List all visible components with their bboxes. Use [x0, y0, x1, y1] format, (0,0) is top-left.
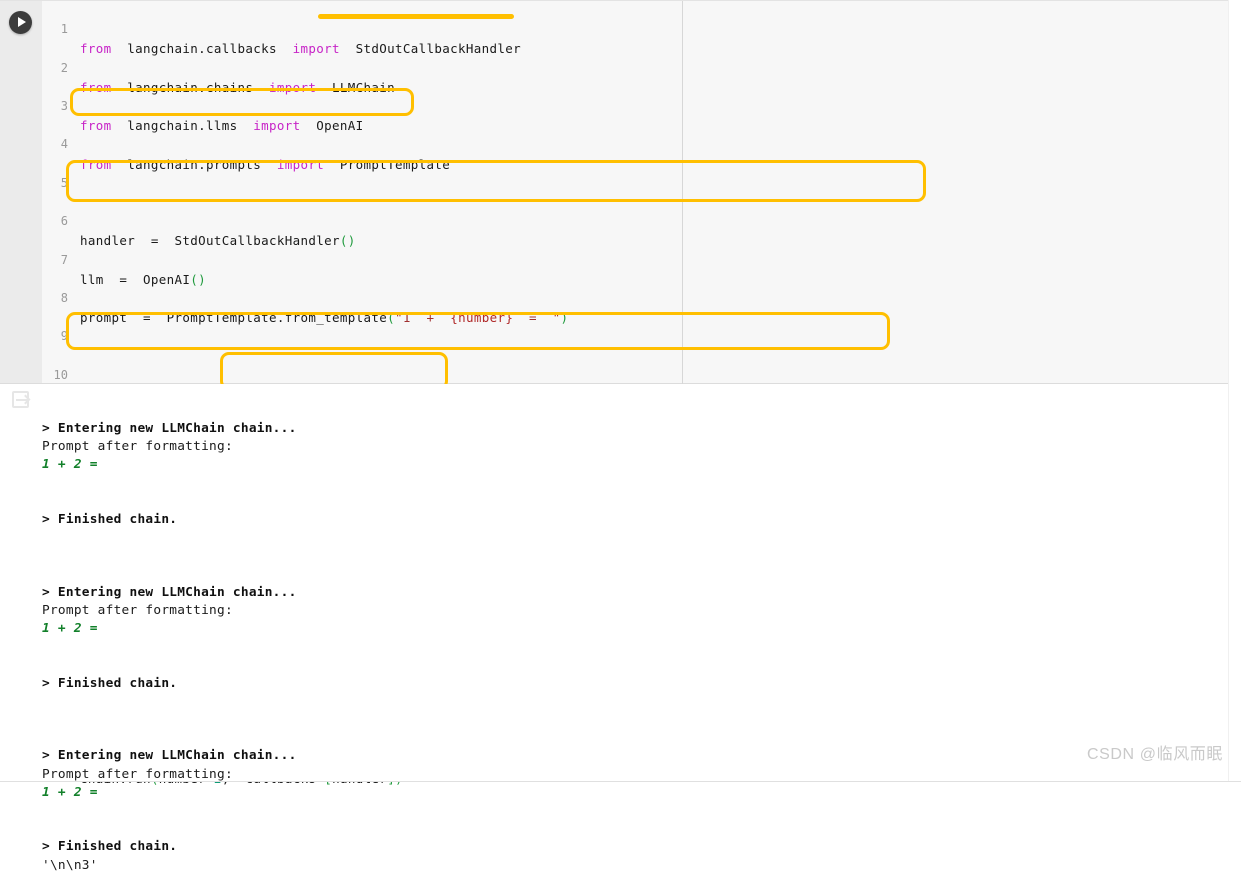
- output-line: 1 + 2 =: [42, 621, 98, 637]
- code-line[interactable]: 3 from langchain.llms import OpenAI: [42, 78, 1241, 133]
- line-number: 10: [53, 367, 68, 382]
- output-line-blank: [42, 566, 942, 584]
- code-line[interactable]: 1 from langchain.callbacks import StdOut…: [42, 1, 1241, 56]
- play-icon[interactable]: [9, 11, 32, 34]
- line-number: 3: [60, 98, 68, 113]
- code-cell[interactable]: 1 from langchain.callbacks import StdOut…: [0, 0, 1241, 786]
- output-line: > Entering new LLMChain chain...: [42, 584, 297, 600]
- code-line[interactable]: 7 llm = OpenAI(): [42, 231, 1241, 287]
- output-line: Prompt after formatting:: [42, 439, 233, 455]
- output-line-blank: [42, 493, 942, 511]
- code-editor-surface[interactable]: 1 from langchain.callbacks import StdOut…: [42, 1, 1241, 786]
- code-line[interactable]: 10 # Constructor callback: First, let's …: [42, 346, 1241, 402]
- output-line-blank: [42, 820, 942, 838]
- code-lines: 1 from langchain.callbacks import StdOut…: [42, 1, 1241, 786]
- line-number: 6: [60, 214, 68, 229]
- code-line[interactable]: 5: [42, 155, 1241, 190]
- code-line[interactable]: 4 from langchain.prompts import PromptTe…: [42, 116, 1241, 171]
- line-number: 9: [60, 329, 68, 344]
- output-line: 1 + 2 =: [42, 457, 98, 473]
- line-number: 2: [60, 60, 68, 75]
- output-line-blank: [42, 638, 942, 656]
- code-line[interactable]: 9: [42, 308, 1241, 343]
- line-number: 7: [60, 252, 68, 267]
- output-line-repr: '\n\n3': [42, 857, 98, 873]
- output-line: > Finished chain.: [42, 511, 178, 527]
- output-line-blank: [42, 529, 942, 547]
- output-line: 1 + 2 =: [42, 784, 98, 800]
- code-line[interactable]: 6 handler = StdOutCallbackHandler(): [42, 193, 1241, 248]
- output-line: > Entering new LLMChain chain...: [42, 421, 297, 436]
- output-line-blank: [42, 475, 942, 493]
- line-number: 8: [60, 290, 68, 305]
- line-number: 4: [60, 137, 68, 152]
- output-line-blank: [42, 656, 942, 674]
- output-text: > Entering new LLMChain chain... Prompt …: [42, 420, 942, 875]
- output-line: > Entering new LLMChain chain...: [42, 748, 297, 764]
- code-line[interactable]: 2 from langchain.chains import LLMChain: [42, 39, 1241, 95]
- output-line: > Finished chain.: [42, 839, 178, 855]
- line-number: 5: [60, 175, 68, 190]
- output-line: > Finished chain.: [42, 675, 178, 691]
- cell-gutter: [0, 1, 42, 383]
- code-line[interactable]: 8 prompt = PromptTemplate.from_template(…: [42, 270, 1241, 325]
- output-line-blank: [42, 693, 942, 711]
- output-line-blank: [42, 802, 942, 820]
- right-scroll-rail[interactable]: [1228, 0, 1241, 782]
- line-number: 1: [60, 22, 68, 37]
- output-line-blank: [42, 711, 942, 729]
- notebook-canvas: 1 from langchain.callbacks import StdOut…: [0, 0, 1241, 873]
- output-line-blank: [42, 729, 942, 747]
- output-line: Prompt after formatting:: [42, 602, 233, 618]
- output-line-blank: [42, 547, 942, 565]
- output-export-icon: [12, 391, 29, 408]
- watermark: CSDN @临风而眠: [1086, 746, 1223, 763]
- cell-output-area: > Entering new LLMChain chain... Prompt …: [0, 384, 1241, 873]
